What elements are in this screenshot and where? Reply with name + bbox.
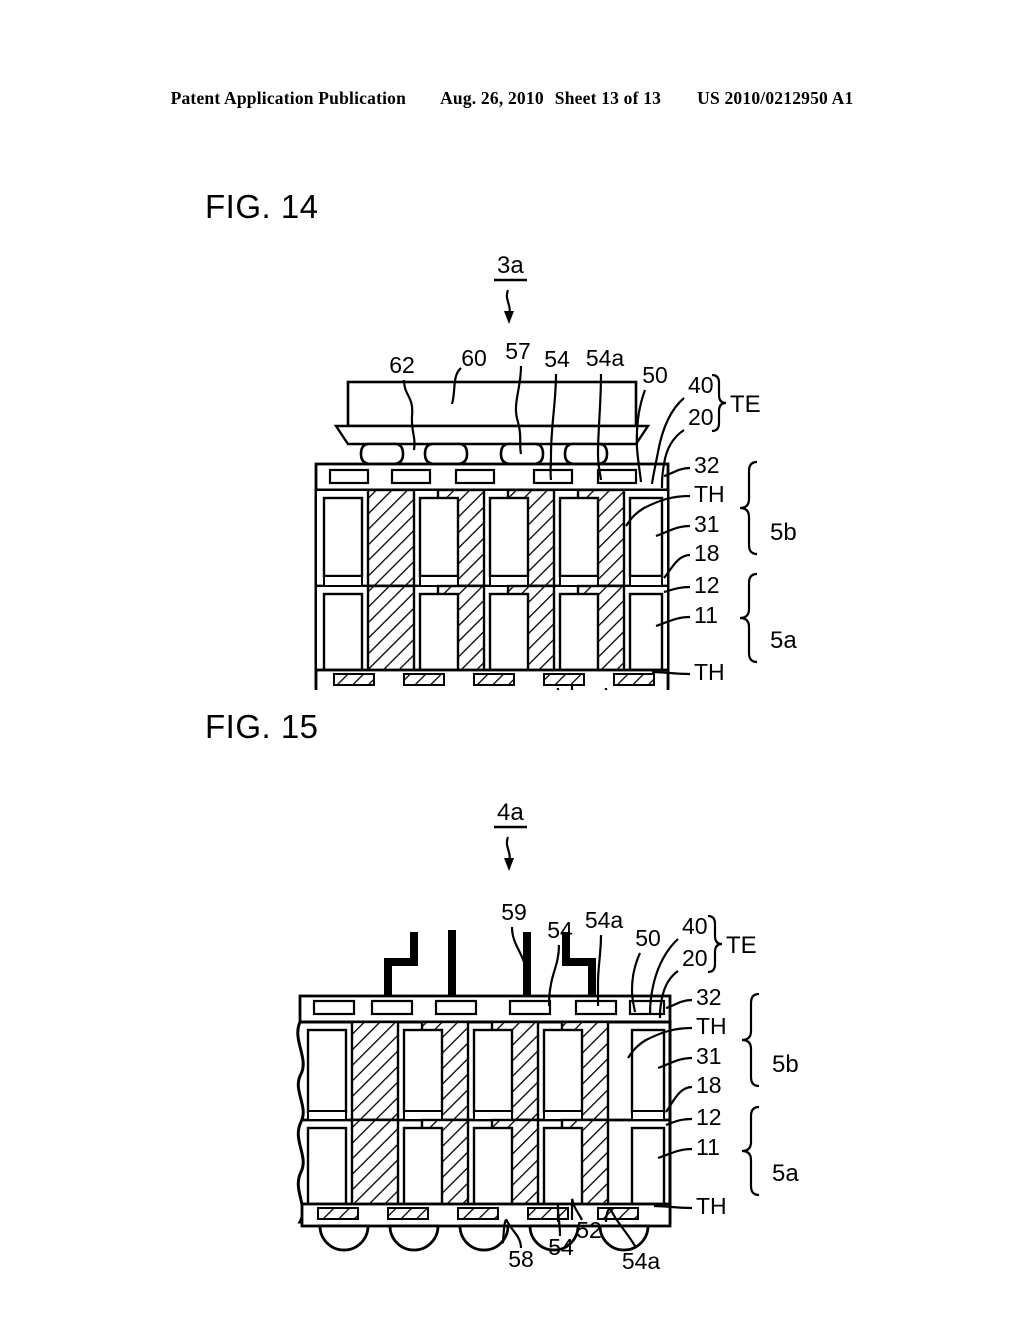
chip-underfill-62 bbox=[333, 424, 651, 446]
ref-label-20: 20 bbox=[688, 404, 714, 430]
lead-pin-bent-1 bbox=[384, 932, 418, 1000]
ref-label-50-top-15: 50 bbox=[635, 925, 661, 951]
group-label-te: TE bbox=[730, 391, 761, 418]
ref-label-th-5a-15: TH bbox=[696, 1193, 727, 1219]
ref-label-60: 60 bbox=[461, 345, 487, 371]
group-label-5b-15: 5b bbox=[772, 1051, 799, 1078]
ref-label-11-15: 11 bbox=[696, 1134, 720, 1160]
package-cross-section-15 bbox=[296, 930, 672, 1252]
board-layer-5a-14 bbox=[315, 584, 669, 682]
brace-5a-15 bbox=[741, 1105, 760, 1197]
group-label-5a-15: 5a bbox=[772, 1160, 799, 1187]
figure-14-drawing: 3a 62 60 57 54 54a 50 40 20 TE 32 TH 31 … bbox=[314, 252, 797, 690]
ref-label-11: 11 bbox=[694, 602, 718, 628]
ref-label-31-15: 31 bbox=[696, 1043, 722, 1069]
header-sheet-text: Sheet 13 of 13 bbox=[554, 88, 662, 108]
device-name-4a: 4a bbox=[494, 799, 527, 871]
ref-label-32: 32 bbox=[694, 452, 720, 478]
ref-label-57: 57 bbox=[505, 338, 531, 364]
ref-label-59: 59 bbox=[501, 899, 527, 925]
figure-15-drawing: 4a 59 54 54a 50 40 20 TE 32 TH 31 18 12 … bbox=[296, 799, 799, 1274]
device-name-4a-text: 4a bbox=[497, 799, 524, 826]
brace-5b bbox=[739, 460, 758, 556]
brace-5a bbox=[739, 572, 758, 664]
group-label-5b: 5b bbox=[770, 519, 797, 546]
ref-label-54a-top: 54a bbox=[586, 345, 625, 371]
ref-label-31: 31 bbox=[694, 511, 720, 537]
ref-label-50-top: 50 bbox=[642, 362, 668, 388]
header-date-text: Aug. 26, 2010 bbox=[440, 88, 544, 108]
ref-label-12: 12 bbox=[694, 572, 720, 598]
device-name-3a: 3a bbox=[494, 252, 527, 324]
device-name-3a-text: 3a bbox=[497, 252, 524, 279]
group-label-te-15: TE bbox=[726, 932, 757, 959]
page-header: Patent Application Publication Aug. 26, … bbox=[0, 88, 1024, 109]
ref-label-54-top: 54 bbox=[544, 346, 570, 372]
ref-label-58-15: 58 bbox=[508, 1246, 534, 1272]
ref-label-54-top-15: 54 bbox=[547, 917, 573, 943]
header-publication-number-text: US 2010/0212950 A1 bbox=[697, 88, 854, 108]
package-cross-section-14 bbox=[314, 380, 670, 690]
flip-chip-bumps-57 bbox=[359, 442, 609, 466]
ref-label-52-15: 52 bbox=[576, 1217, 602, 1243]
top-chip-60 bbox=[346, 380, 638, 428]
figure-15: FIG. 15 4a 59 54 54a 50 40 20 TE 32 TH 3… bbox=[0, 670, 1024, 1280]
ref-label-th-5b: TH bbox=[694, 481, 725, 507]
ref-label-40: 40 bbox=[688, 372, 714, 398]
brace-5b-15 bbox=[741, 992, 760, 1088]
ref-label-18-15: 18 bbox=[696, 1072, 722, 1098]
ref-label-18: 18 bbox=[694, 540, 720, 566]
ref-label-th-5b-15: TH bbox=[696, 1013, 727, 1039]
ref-label-20-15: 20 bbox=[682, 945, 708, 971]
ref-label-12-15: 12 bbox=[696, 1104, 722, 1130]
ref-label-54a-bottom-15: 54a bbox=[622, 1248, 661, 1274]
ref-label-54a-top-15: 54a bbox=[585, 907, 624, 933]
group-label-5a: 5a bbox=[770, 627, 797, 654]
board-layer-5b-14 bbox=[315, 488, 669, 588]
ref-label-54-bottom-15: 54 bbox=[548, 1234, 574, 1260]
header-publication-text: Patent Application Publication bbox=[170, 88, 407, 108]
ref-label-62: 62 bbox=[389, 352, 415, 378]
ref-label-40-15: 40 bbox=[682, 913, 708, 939]
ref-label-32-15: 32 bbox=[696, 984, 722, 1010]
brace-te-15 bbox=[707, 914, 723, 974]
brace-te bbox=[711, 373, 727, 433]
figure-14: FIG. 14 3a 62 60 57 54 54a 50 40 20 TE 3… bbox=[0, 150, 1024, 690]
